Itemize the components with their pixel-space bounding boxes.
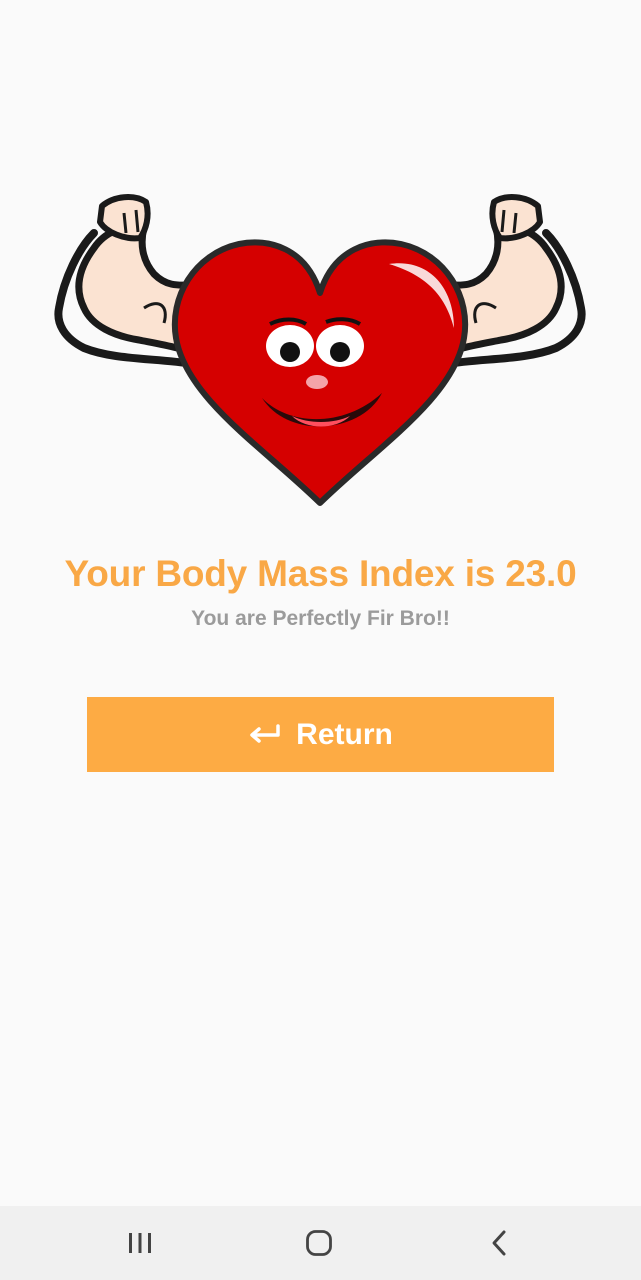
return-button[interactable]: Return	[87, 697, 554, 772]
bmi-result-message: You are Perfectly Fir Bro!!	[191, 607, 450, 630]
back-icon	[492, 1230, 506, 1256]
recents-icon	[129, 1233, 151, 1253]
home-button[interactable]	[279, 1206, 359, 1280]
heart-icon	[171, 239, 469, 506]
back-button[interactable]	[459, 1206, 539, 1280]
home-icon	[306, 1230, 332, 1256]
return-arrow-icon	[248, 723, 282, 746]
bmi-result-title: Your Body Mass Index is 23.0	[64, 553, 577, 594]
recents-button[interactable]	[100, 1206, 180, 1280]
system-navigation-bar	[0, 1206, 641, 1280]
return-button-label: Return	[296, 717, 393, 751]
flexing-heart-illustration	[54, 194, 586, 506]
